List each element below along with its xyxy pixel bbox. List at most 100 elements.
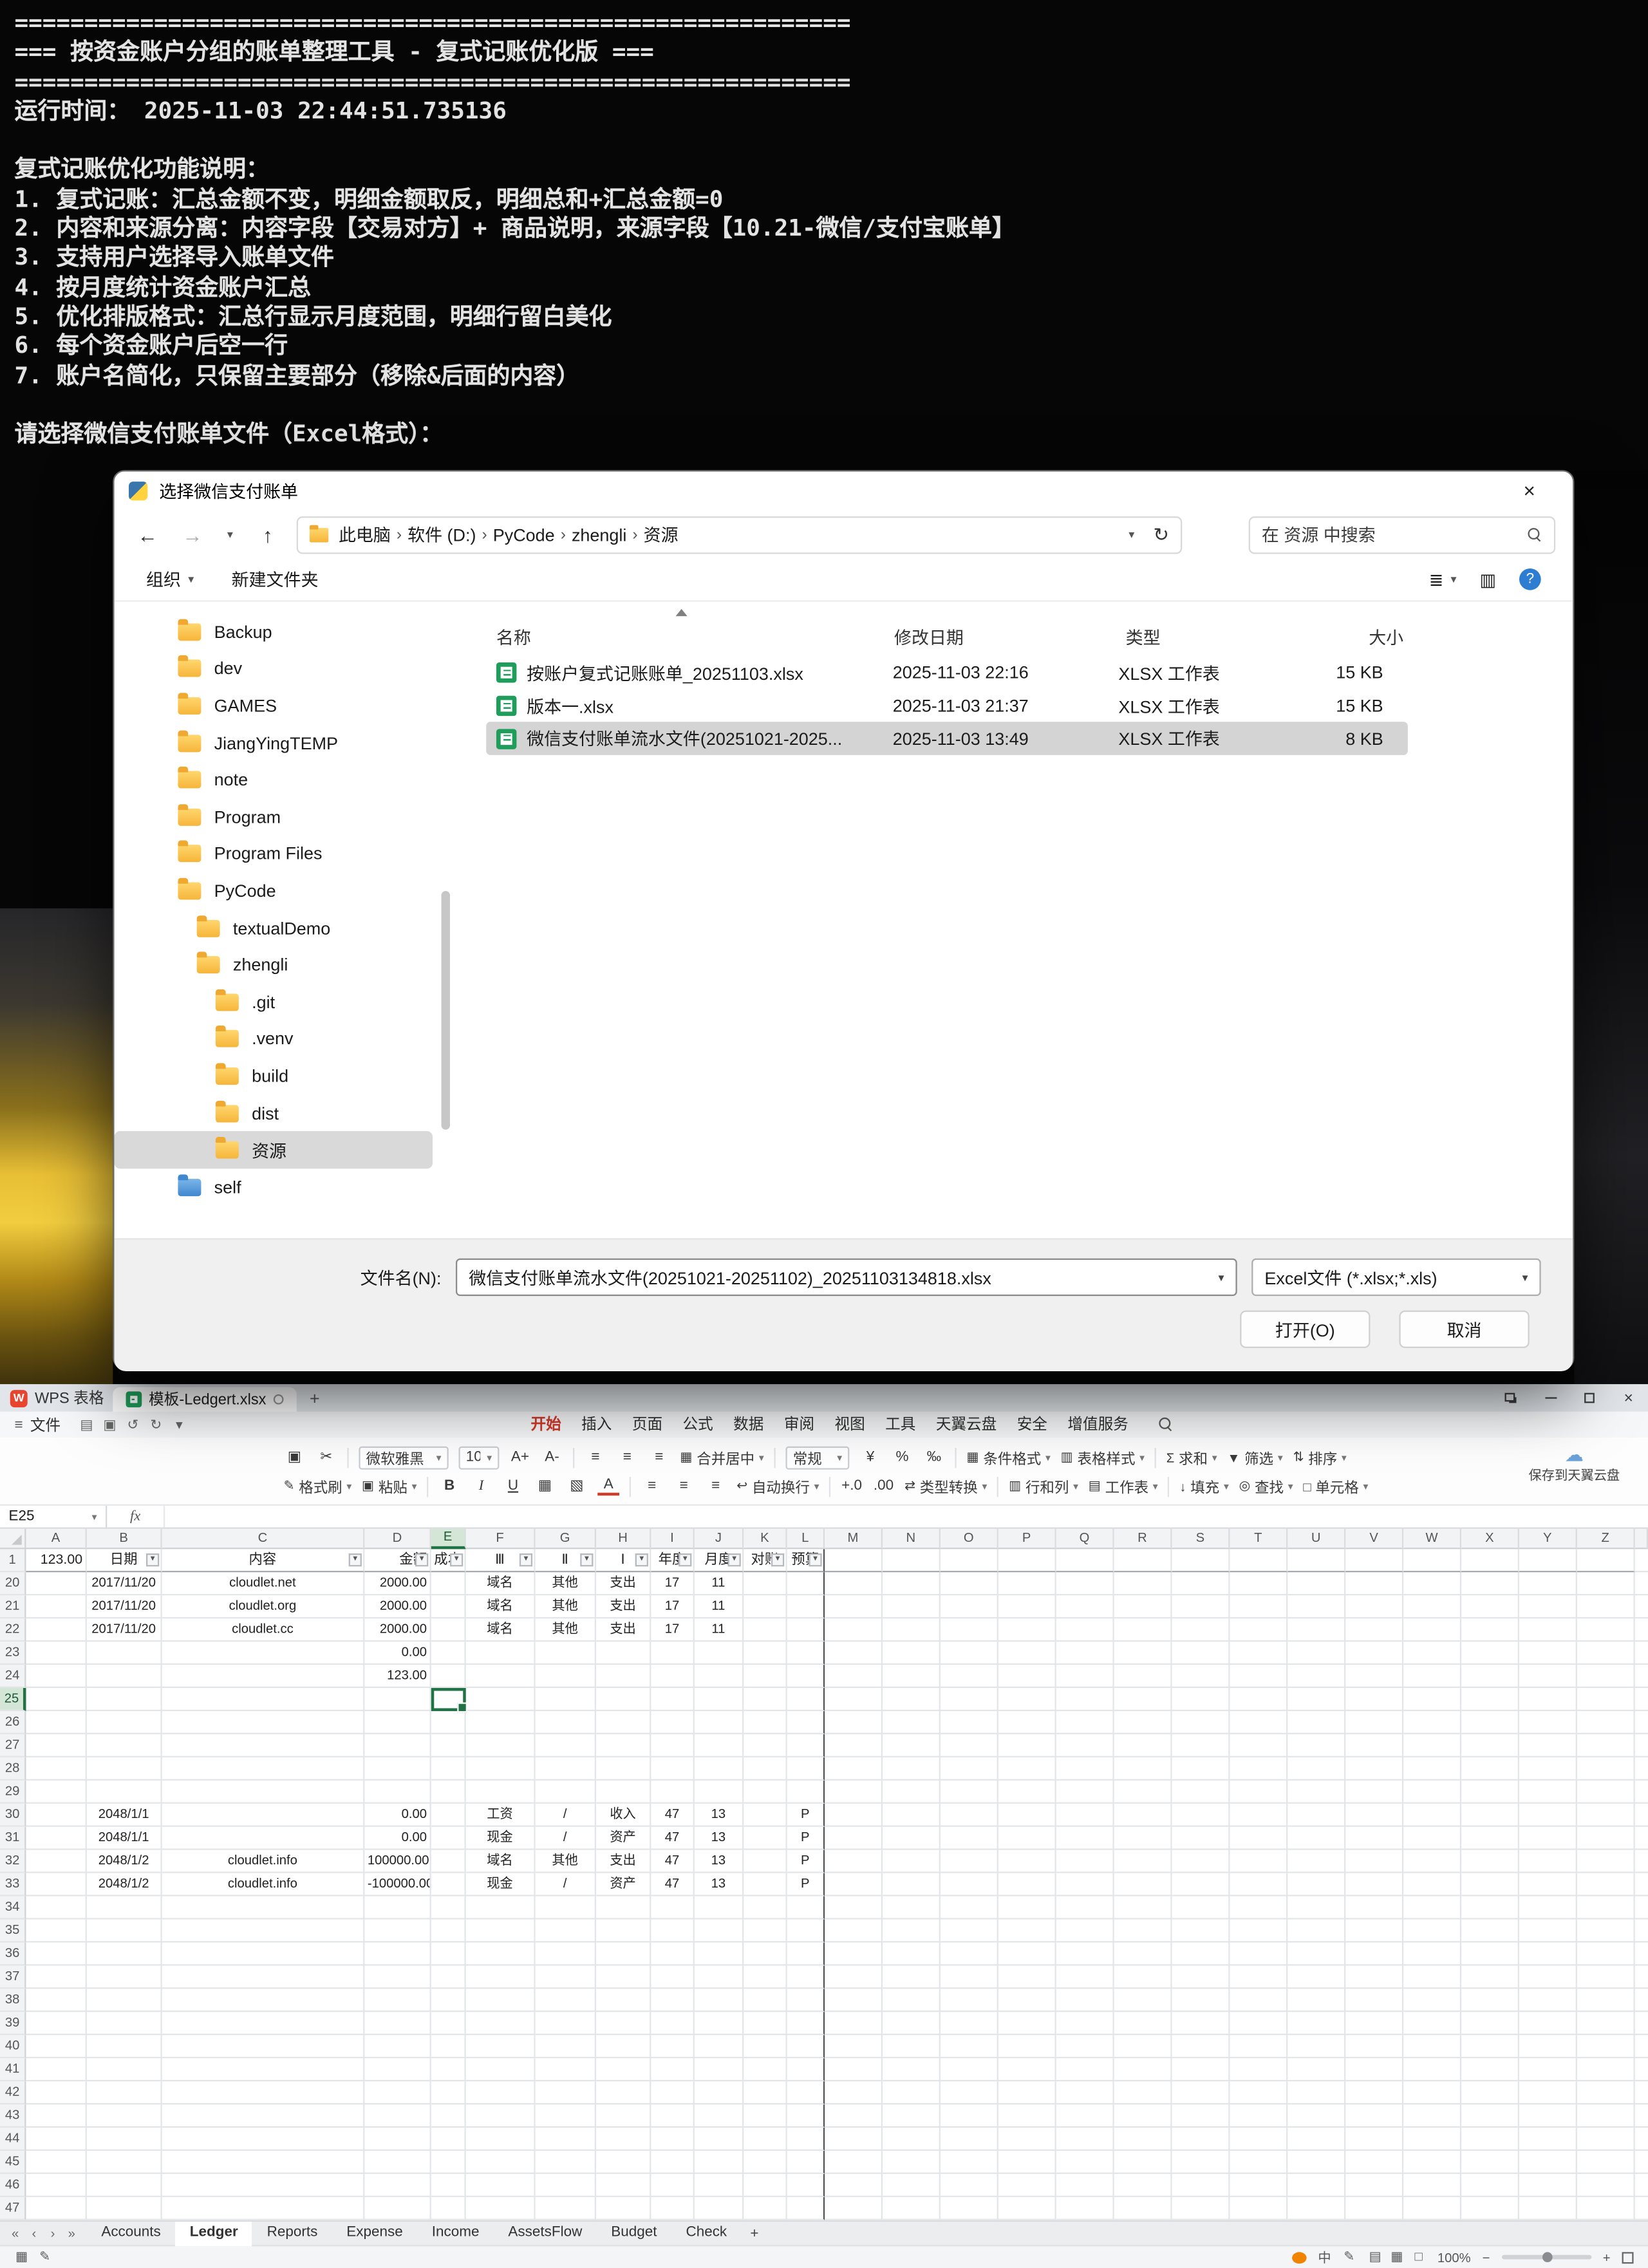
- underline-icon[interactable]: U: [502, 1478, 524, 1494]
- col-header-G[interactable]: G: [536, 1529, 596, 1549]
- decrease-decimal-icon[interactable]: .00: [873, 1478, 895, 1494]
- cell-C35[interactable]: [162, 1920, 365, 1943]
- cell-X42[interactable]: [1461, 2081, 1519, 2104]
- cell-V39[interactable]: [1345, 2012, 1403, 2035]
- cell-U29[interactable]: [1288, 1781, 1345, 1804]
- zoom-slider-thumb[interactable]: [1542, 2251, 1552, 2262]
- cell-W20[interactable]: [1403, 1572, 1461, 1595]
- cell-D37[interactable]: [364, 1965, 431, 1989]
- menu-视图[interactable]: 视图: [825, 1412, 876, 1438]
- cell-J33[interactable]: 13: [695, 1873, 744, 1897]
- cell-Y27[interactable]: [1519, 1734, 1577, 1757]
- cell-T35[interactable]: [1230, 1920, 1288, 1943]
- cell-U1[interactable]: [1288, 1549, 1345, 1572]
- col-header-Y[interactable]: Y: [1519, 1529, 1577, 1549]
- cell-J25[interactable]: [695, 1688, 744, 1711]
- zoom-in-button[interactable]: +: [1603, 2250, 1611, 2264]
- cell-V27[interactable]: [1345, 1734, 1403, 1757]
- tree-item[interactable]: note: [115, 762, 433, 799]
- cell-J20[interactable]: 11: [695, 1572, 744, 1595]
- cell-F23[interactable]: [466, 1642, 536, 1665]
- cell-S23[interactable]: [1172, 1642, 1230, 1665]
- cell-U45[interactable]: [1288, 2151, 1345, 2174]
- cell-D29[interactable]: [364, 1781, 431, 1804]
- cell-P27[interactable]: [998, 1734, 1056, 1757]
- cell-H37[interactable]: [596, 1965, 651, 1989]
- cell-E30[interactable]: [431, 1804, 466, 1827]
- cell-K25[interactable]: [744, 1688, 787, 1711]
- cell-C47[interactable]: [162, 2197, 365, 2220]
- cell-U43[interactable]: [1288, 2104, 1345, 2128]
- cell-P34[interactable]: [998, 1897, 1056, 1920]
- cell-C36[interactable]: [162, 1942, 365, 1965]
- cell-T1[interactable]: [1230, 1549, 1288, 1572]
- wrap-text-button[interactable]: ↩自动换行▾: [736, 1476, 819, 1497]
- cell-J36[interactable]: [695, 1942, 744, 1965]
- cell-L43[interactable]: [787, 2104, 825, 2128]
- cell-A36[interactable]: [26, 1942, 86, 1965]
- cell-M47[interactable]: [825, 2197, 883, 2220]
- cell-Z27[interactable]: [1577, 1734, 1635, 1757]
- cell-W24[interactable]: [1403, 1665, 1461, 1688]
- cell-Q31[interactable]: [1056, 1827, 1114, 1850]
- cell-W35[interactable]: [1403, 1920, 1461, 1943]
- cell-P30[interactable]: [998, 1804, 1056, 1827]
- cell-S46[interactable]: [1172, 2174, 1230, 2197]
- cell-U25[interactable]: [1288, 1688, 1345, 1711]
- cell-F1[interactable]: Ⅲ▾: [466, 1549, 536, 1572]
- col-header-J[interactable]: J: [695, 1529, 744, 1549]
- cell-G37[interactable]: [536, 1965, 596, 1989]
- cell-S24[interactable]: [1172, 1665, 1230, 1688]
- cell-W37[interactable]: [1403, 1965, 1461, 1989]
- cell-Q42[interactable]: [1056, 2081, 1114, 2104]
- cell-V38[interactable]: [1345, 1989, 1403, 2012]
- filetype-caret-icon[interactable]: ▾: [1522, 1271, 1528, 1284]
- cell-F24[interactable]: [466, 1665, 536, 1688]
- cell-V31[interactable]: [1345, 1827, 1403, 1850]
- cell-I20[interactable]: 17: [651, 1572, 694, 1595]
- cell-S37[interactable]: [1172, 1965, 1230, 1989]
- cell-C29[interactable]: [162, 1781, 365, 1804]
- tree-item[interactable]: JiangYingTEMP: [115, 724, 433, 762]
- cell-O44[interactable]: [941, 2128, 998, 2151]
- cell-J42[interactable]: [695, 2081, 744, 2104]
- cell-D46[interactable]: [364, 2174, 431, 2197]
- cell-T20[interactable]: [1230, 1572, 1288, 1595]
- cell-S47[interactable]: [1172, 2197, 1230, 2220]
- cell-F36[interactable]: [466, 1942, 536, 1965]
- file-row[interactable]: 版本一.xlsx2025-11-03 21:37XLSX 工作表15 KB: [486, 689, 1408, 722]
- cell-H1[interactable]: Ⅰ▾: [596, 1549, 651, 1572]
- cell-B40[interactable]: [87, 2035, 162, 2058]
- cell-K24[interactable]: [744, 1665, 787, 1688]
- cell-G42[interactable]: [536, 2081, 596, 2104]
- cell-G24[interactable]: [536, 1665, 596, 1688]
- cell-M40[interactable]: [825, 2035, 883, 2058]
- cell-E35[interactable]: [431, 1920, 466, 1943]
- col-header-W[interactable]: W: [1403, 1529, 1461, 1549]
- zoom-slider[interactable]: [1501, 2255, 1591, 2260]
- cell-O26[interactable]: [941, 1711, 998, 1734]
- cell-D24[interactable]: 123.00: [364, 1665, 431, 1688]
- cell-E38[interactable]: [431, 1989, 466, 2012]
- row-header-32[interactable]: 32: [0, 1850, 26, 1873]
- cell-R35[interactable]: [1114, 1920, 1172, 1943]
- cell-V1[interactable]: [1345, 1549, 1403, 1572]
- cancel-button[interactable]: 取消: [1399, 1311, 1529, 1348]
- cell-Q34[interactable]: [1056, 1897, 1114, 1920]
- cell-G32[interactable]: 其他: [536, 1850, 596, 1873]
- cell-H44[interactable]: [596, 2128, 651, 2151]
- cell-R25[interactable]: [1114, 1688, 1172, 1711]
- cell-H31[interactable]: 资产: [596, 1827, 651, 1850]
- cell-W30[interactable]: [1403, 1804, 1461, 1827]
- menu-天翼云盘[interactable]: 天翼云盘: [926, 1412, 1007, 1438]
- cell-M27[interactable]: [825, 1734, 883, 1757]
- cell-C42[interactable]: [162, 2081, 365, 2104]
- cell-F34[interactable]: [466, 1897, 536, 1920]
- cell-K35[interactable]: [744, 1920, 787, 1943]
- cell-L23[interactable]: [787, 1642, 825, 1665]
- cell-Z45[interactable]: [1577, 2151, 1635, 2174]
- cell-M31[interactable]: [825, 1827, 883, 1850]
- filter-dropdown-icon[interactable]: ▾: [635, 1553, 648, 1566]
- cell-V47[interactable]: [1345, 2197, 1403, 2220]
- cell-J22[interactable]: 11: [695, 1618, 744, 1642]
